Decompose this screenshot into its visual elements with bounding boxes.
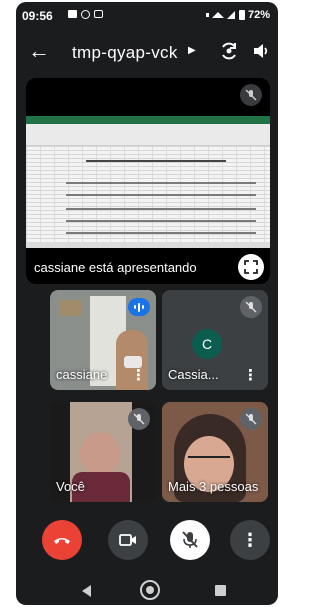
- meeting-header: ← tmp-qyap-vck ▶: [16, 32, 278, 72]
- participant-name: Você: [56, 479, 85, 494]
- more-options-icon: ⋮: [241, 529, 259, 550]
- picture-frame: [60, 300, 82, 316]
- call-controls: ⋮: [16, 520, 278, 564]
- glasses: [188, 456, 230, 462]
- battery-icon: [238, 10, 245, 20]
- presentation-tile[interactable]: cassiane está apresentando: [26, 78, 270, 284]
- nav-home-icon[interactable]: [140, 580, 160, 600]
- signal-icon: [205, 11, 235, 19]
- system-status: 72%: [205, 9, 270, 21]
- more-options-icon[interactable]: ⋮: [243, 366, 258, 384]
- whatsapp-icon: [81, 10, 90, 19]
- mic-off-icon: [240, 408, 262, 430]
- speaking-indicator-icon: [128, 298, 150, 316]
- sheet-heading: [86, 160, 226, 162]
- photo-icon: [68, 10, 77, 18]
- sheet-row: [66, 220, 256, 222]
- participant-name: Cassia...: [168, 367, 219, 382]
- mic-off-icon: [182, 531, 198, 548]
- status-bar: 09:56 72%: [16, 2, 278, 28]
- cast-icon: [94, 10, 103, 18]
- meeting-code[interactable]: tmp-qyap-vck: [72, 43, 178, 63]
- more-options-icon[interactable]: ⋮: [131, 366, 146, 384]
- sheet-row: [66, 232, 256, 234]
- navigation-bar: [16, 576, 278, 605]
- end-call-button[interactable]: [42, 520, 82, 560]
- nav-recents-icon[interactable]: [215, 585, 226, 596]
- clock: 09:56: [22, 9, 53, 23]
- sheet-row: [66, 208, 256, 210]
- speaker-icon[interactable]: [252, 42, 270, 60]
- camera-icon: [119, 534, 136, 546]
- arrow-left-icon[interactable]: ←: [28, 38, 50, 64]
- avatar: C: [192, 329, 222, 359]
- participant-face: [80, 432, 120, 476]
- mic-off-icon: [240, 84, 262, 106]
- battery-level: 72%: [247, 9, 270, 21]
- phone-screen: 09:56 72% ← tmp-qyap-vck ▶ cassiane está…: [16, 2, 278, 605]
- sheet-row: [66, 194, 256, 196]
- participant-name: Mais 3 pessoas: [168, 479, 259, 494]
- participant-tile-cassiane[interactable]: cassiane ⋮: [50, 290, 156, 390]
- more-options-button[interactable]: ⋮: [230, 520, 270, 560]
- nav-back-icon[interactable]: [82, 585, 91, 597]
- presenter-label: cassiane está apresentando: [34, 260, 197, 275]
- shared-spreadsheet: [26, 116, 270, 248]
- participant-tile-voce[interactable]: Você: [50, 402, 156, 502]
- mic-off-icon: [240, 296, 262, 318]
- sheet-row: [66, 182, 256, 184]
- excel-ribbon: [26, 124, 270, 146]
- chevron-right-icon[interactable]: ▶: [188, 45, 196, 56]
- excel-titlebar: [26, 116, 270, 124]
- end-call-icon: [54, 538, 70, 544]
- notification-icons: [68, 10, 103, 19]
- fullscreen-icon[interactable]: [238, 254, 264, 280]
- mic-button[interactable]: [170, 520, 210, 560]
- participant-tile-more[interactable]: Mais 3 pessoas: [162, 402, 268, 502]
- sheet-tabs: [26, 242, 270, 248]
- mic-off-icon: [128, 408, 150, 430]
- participant-name: cassiane: [56, 367, 108, 382]
- switch-camera-icon[interactable]: [219, 41, 239, 61]
- camera-button[interactable]: [108, 520, 148, 560]
